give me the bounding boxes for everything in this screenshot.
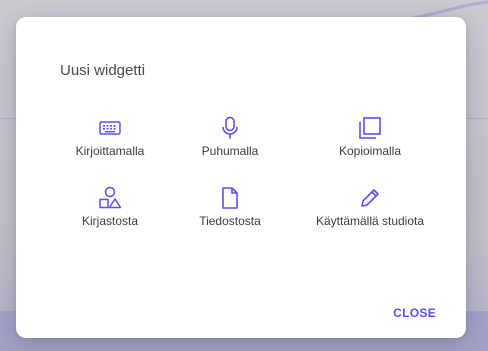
option-label: Puhumalla — [201, 144, 259, 158]
option-label: Kirjastosta — [81, 214, 139, 228]
widget-options-grid: Kirjoittamalla Puhumalla Kopioimalla Kir… — [60, 115, 440, 255]
copy-icon — [357, 115, 383, 141]
file-icon — [217, 185, 243, 211]
keyboard-icon — [97, 115, 123, 141]
shapes-library-icon — [97, 185, 123, 211]
option-file[interactable]: Tiedostosta — [199, 185, 261, 255]
new-widget-dialog: Uusi widgetti Kirjoittamalla Puhumalla K… — [16, 17, 466, 338]
close-button[interactable]: CLOSE — [393, 304, 436, 322]
option-speaking[interactable]: Puhumalla — [201, 115, 259, 185]
option-label: Kirjoittamalla — [75, 144, 145, 158]
pencil-icon — [357, 185, 383, 211]
option-studio[interactable]: Käyttämällä studiota — [316, 185, 424, 255]
option-label: Tiedostosta — [199, 214, 261, 228]
microphone-icon — [217, 115, 243, 141]
option-typing[interactable]: Kirjoittamalla — [75, 115, 145, 185]
option-library[interactable]: Kirjastosta — [82, 185, 138, 255]
option-copying[interactable]: Kopioimalla — [339, 115, 401, 185]
option-label: Kopioimalla — [338, 144, 402, 158]
option-label: Käyttämällä studiota — [315, 214, 425, 228]
dialog-title: Uusi widgetti — [60, 62, 146, 79]
